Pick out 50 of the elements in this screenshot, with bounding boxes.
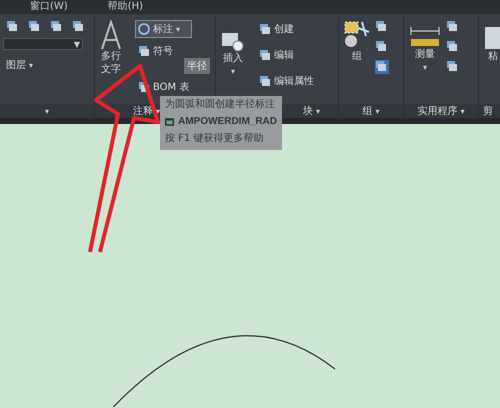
tooltip-help: 按 F1 键获得更多帮助 xyxy=(165,133,264,145)
caret-icon[interactable]: ▾ xyxy=(460,106,464,116)
panel-title: 实用程序 xyxy=(417,104,458,118)
dimension-dropdown[interactable]: 标注 ▾ xyxy=(135,20,192,38)
block-icon xyxy=(259,23,271,35)
tool-icon xyxy=(138,81,150,93)
flyout-item[interactable]: 半径 xyxy=(184,58,210,74)
utility-tool-icon[interactable] xyxy=(446,20,460,34)
block-tool-button[interactable]: 编辑 xyxy=(256,46,317,64)
panel-title: 组 xyxy=(362,105,372,118)
clipboard-icon xyxy=(484,26,500,50)
command-name: AMPOWERDIM_RAD xyxy=(178,116,277,128)
layer-tool-icon[interactable] xyxy=(50,20,62,32)
utility-tool-icon[interactable] xyxy=(446,60,460,74)
insert-button[interactable]: 插入 ▾ xyxy=(219,30,247,78)
tooltip-description: 为圆弧和圆创建半径标注 xyxy=(165,99,276,111)
circle-icon xyxy=(138,23,150,35)
group-tool-icon[interactable] xyxy=(375,20,389,34)
group-tool-icon[interactable] xyxy=(375,60,389,74)
group-button[interactable]: 组 xyxy=(342,20,372,63)
multiline-text-button[interactable]: 多行 文字 xyxy=(98,20,124,76)
block-icon xyxy=(259,49,271,61)
layer-tool-icon[interactable] xyxy=(6,20,18,32)
measure-button[interactable]: 测量 ▾ xyxy=(407,26,443,74)
caret-icon[interactable]: ▾ xyxy=(316,106,320,116)
group-icon xyxy=(344,20,370,50)
layer-tool-icon[interactable] xyxy=(72,20,84,32)
layer-button[interactable]: 图层 ▾ xyxy=(3,56,84,74)
caret-icon[interactable]: ▾ xyxy=(44,106,49,116)
panel-title: 注释 xyxy=(133,104,153,118)
utility-tool-icon[interactable] xyxy=(446,40,460,54)
layer-dropdown[interactable]: ▼ xyxy=(3,38,83,50)
block-tool-button[interactable]: 编辑属性 xyxy=(256,72,317,90)
paste-button[interactable]: 粘 xyxy=(482,26,500,63)
insert-block-icon xyxy=(221,30,245,52)
annotation-tool-button[interactable]: BOM 表 xyxy=(135,78,192,96)
caret-icon[interactable]: ▾ xyxy=(156,106,160,116)
caret-icon[interactable]: ▾ xyxy=(375,106,380,116)
tool-icon xyxy=(138,45,150,57)
panel-title: 块 xyxy=(302,104,313,118)
menu-item[interactable]: 窗口(W) xyxy=(30,1,68,13)
letter-a-icon xyxy=(100,20,122,50)
command-icon xyxy=(165,117,174,127)
block-tool-button[interactable]: 创建 xyxy=(256,20,317,38)
layer-tool-icon[interactable] xyxy=(28,20,40,32)
group-tool-icon[interactable] xyxy=(375,40,389,54)
ruler-icon xyxy=(409,26,441,48)
menu-item[interactable]: 帮助(H) xyxy=(108,1,144,13)
block-icon xyxy=(259,75,271,87)
panel-title: 剪 xyxy=(483,104,493,118)
